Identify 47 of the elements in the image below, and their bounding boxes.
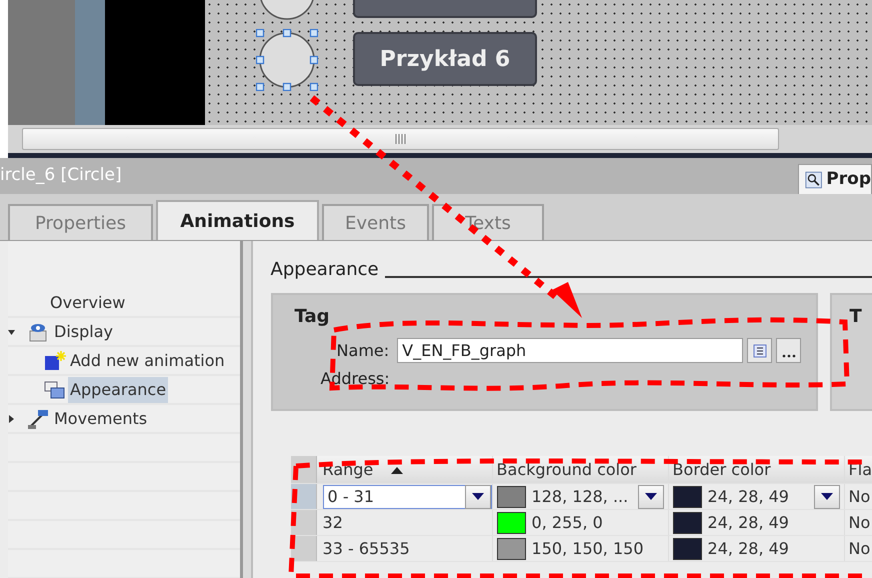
table-cell-text: 24, 28, 49 [708,538,789,560]
field-label: Address: [320,368,391,390]
tree-item[interactable]: Appearance [68,376,168,402]
tree-item[interactable]: Display [52,318,115,344]
range-field[interactable]: 0 - 31 [322,484,492,508]
name-field[interactable]: V_EN_FB_graph [397,338,744,363]
field-label: Name: [336,340,390,362]
sparkle-square-icon [44,350,66,370]
expander-icon[interactable] [8,328,16,336]
table-cell-text: No [848,486,870,508]
scrollbar-thumb[interactable] [22,128,779,150]
table-cell-text: 150, 150, 150 [532,538,644,560]
group-title: Tag [294,305,331,329]
arrow-icon [28,408,50,428]
section-title: Appearance [270,258,379,282]
table-cell-text: No [848,538,870,560]
caret-icon [820,493,833,500]
table-cell-text: 24, 28, 49 [708,486,789,508]
column-header[interactable]: Background color [492,456,669,483]
group-title: T [850,306,862,327]
inspect-icon [805,170,822,190]
list-button[interactable] [747,338,772,363]
table-cell-text: 24, 28, 49 [708,512,789,534]
ellipsis-icon [782,352,796,358]
panel-title: ircle_6 [Circle] [0,164,122,188]
table-cell-text: 128, 128, ... [532,486,628,508]
dropdown-button[interactable] [638,484,664,508]
hmi-button[interactable]: Przykład 6 [353,32,537,86]
tab[interactable]: Animations [156,200,319,240]
tree-item[interactable]: Overview [48,290,128,316]
inspector-tab[interactable]: Prop [798,164,872,194]
dropdown-button[interactable] [814,484,840,508]
list-icon [752,344,767,358]
table-cell-text: No [848,512,870,534]
circle-shape[interactable] [256,29,318,91]
tree-item[interactable]: Add new animation [68,348,227,374]
table-cell-text: 32 [322,512,343,534]
table-cell-text: 0, 255, 0 [532,512,603,534]
caret-icon [644,493,657,500]
column-header[interactable]: Border color [668,456,845,483]
expander-icon[interactable] [8,414,16,422]
windows-icon [44,380,66,400]
table-cell-text: 33 - 65535 [322,538,410,560]
caret-icon [472,493,484,500]
grip-icon [394,134,406,144]
tree-item[interactable]: Movements [52,406,150,432]
dropdown-button[interactable] [464,484,491,508]
